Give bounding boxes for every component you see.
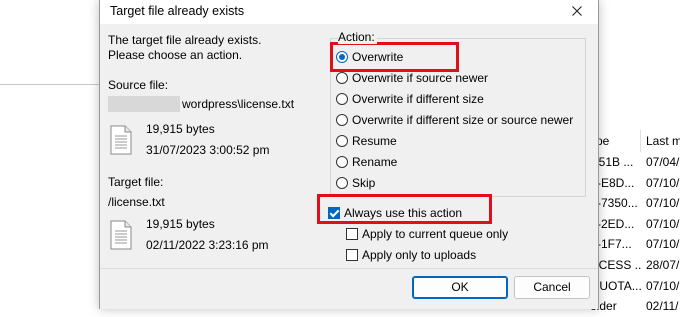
checkbox-icon (346, 249, 358, 261)
button-area-divider (100, 268, 598, 269)
dialog-message: The target file already exists. Please c… (108, 33, 261, 63)
always-use-action-checkbox[interactable]: Always use this action (328, 204, 462, 222)
radio-label: Skip (352, 176, 376, 190)
cell-date: 07/10/ (646, 175, 680, 190)
file-icon (110, 220, 132, 250)
radio-button-icon (336, 156, 348, 168)
ok-button[interactable]: OK (412, 276, 508, 299)
radio-overwrite-if-size-or-newer[interactable]: Overwrite if different size or source ne… (336, 111, 573, 129)
message-line: The target file already exists. (108, 33, 262, 47)
close-button[interactable] (566, 1, 588, 21)
list-item[interactable]: <-E8D... 07/10/ (590, 173, 680, 194)
checkbox-checked-icon (328, 207, 340, 219)
radio-label: Overwrite (352, 50, 404, 64)
message-line: Please choose an action. (108, 48, 243, 62)
radio-overwrite[interactable]: Overwrite (336, 48, 403, 66)
radio-button-icon (336, 135, 348, 147)
background-file-list: ype Last m D51B ... 07/04/ <-E8D... 07/10/… (590, 130, 680, 313)
radio-label: Overwrite if different size or source ne… (352, 113, 574, 127)
cell-date: 07/10/ (646, 278, 680, 293)
dialog-title: Target file already exists (110, 4, 245, 18)
list-item[interactable]: CCESS ... 28/07/ (590, 255, 680, 276)
cancel-button[interactable]: Cancel (514, 276, 590, 299)
close-icon (572, 6, 582, 16)
cell-date: 02/11/ (646, 299, 679, 314)
checkbox-label: Apply to current queue only (362, 227, 509, 241)
radio-button-icon (336, 114, 348, 126)
file-icon (110, 125, 132, 155)
checkbox-icon (346, 228, 358, 240)
radio-label: Overwrite if different size (352, 92, 484, 106)
list-item[interactable]: older 02/11/ (590, 296, 680, 317)
cell-date: 07/10/ (646, 196, 680, 211)
radio-rename[interactable]: Rename (336, 153, 397, 171)
radio-resume[interactable]: Resume (336, 132, 397, 150)
dialog-titlebar: Target file already exists (100, 0, 598, 24)
cell-date: 07/10/ (646, 237, 680, 252)
radio-overwrite-if-different-size[interactable]: Overwrite if different size (336, 90, 484, 108)
list-item[interactable]: QUOTA... 07/10/ (590, 276, 680, 297)
radio-skip[interactable]: Skip (336, 174, 375, 192)
radio-overwrite-if-newer[interactable]: Overwrite if source newer (336, 69, 488, 87)
radio-button-icon (336, 177, 348, 189)
radio-button-icon (336, 72, 348, 84)
action-group-label: Action: (338, 30, 377, 44)
radio-button-icon (336, 51, 348, 63)
current-queue-only-checkbox[interactable]: Apply to current queue only (346, 225, 508, 243)
target-file-date: 02/11/2022 3:23:16 pm (146, 238, 269, 252)
list-item[interactable]: <-2ED... 07/10/ (590, 214, 680, 235)
cell-date: 07/10/ (646, 216, 680, 231)
source-file-date: 31/07/2023 3:00:52 pm (146, 143, 270, 157)
cell-date: 07/04/ (646, 155, 680, 169)
checkbox-label: Apply only to uploads (362, 248, 477, 262)
radio-button-icon (336, 93, 348, 105)
source-file-info: 19,915 bytes 31/07/2023 3:00:52 pm (146, 122, 269, 158)
target-file-size: 19,915 bytes (146, 217, 215, 231)
radio-label: Rename (352, 155, 398, 169)
radio-label: Overwrite if source newer (352, 71, 489, 85)
column-header-last-modified[interactable]: Last m (646, 130, 680, 152)
background-divider (0, 84, 100, 85)
source-file-path: wordpress\license.txt (182, 97, 295, 111)
radio-label: Resume (352, 134, 397, 148)
redacted-path (108, 96, 180, 112)
list-item[interactable]: <-7350... 07/10/ (590, 193, 680, 214)
cell-date: 28/07/ (646, 257, 680, 272)
list-item[interactable]: <-1F7... 07/10/ (590, 234, 680, 255)
source-file-label: Source file: (108, 78, 169, 92)
target-file-info: 19,915 bytes 02/11/2022 3:23:16 pm (146, 217, 269, 253)
list-item[interactable]: D51B ... 07/04/ (590, 152, 680, 173)
target-file-path: /license.txt (108, 195, 165, 209)
checkbox-label: Always use this action (344, 206, 463, 220)
source-file-size: 19,915 bytes (146, 122, 215, 136)
uploads-only-checkbox[interactable]: Apply only to uploads (346, 246, 476, 264)
file-exists-dialog: Target file already exists The target fi… (99, 0, 599, 309)
target-file-label: Target file: (108, 175, 164, 189)
